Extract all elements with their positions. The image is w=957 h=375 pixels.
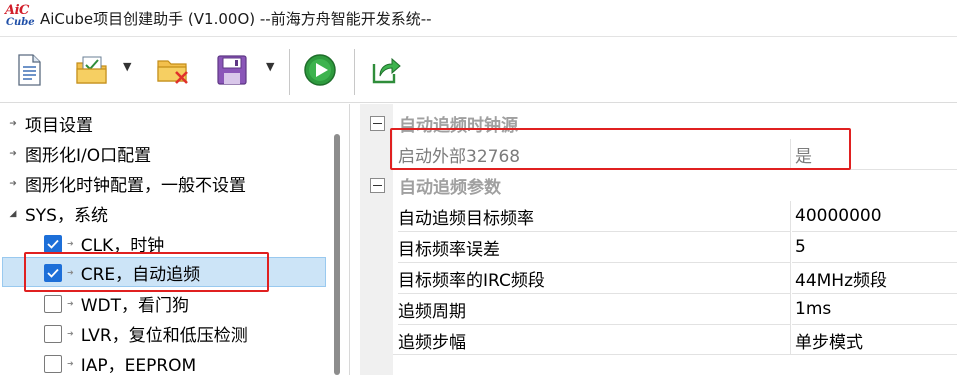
run-button[interactable] — [303, 53, 337, 87]
collapse-toggle-icon[interactable] — [370, 178, 385, 193]
property-name: 自动追频目标频率 — [398, 201, 791, 232]
checkbox-clk[interactable] — [44, 234, 62, 253]
export-button[interactable] — [369, 53, 403, 87]
checkbox-cre[interactable] — [44, 263, 62, 282]
logo-text-bottom: Cube — [6, 17, 35, 28]
property-row-tracking-period[interactable]: 追频周期 1ms — [360, 294, 957, 325]
category-params[interactable]: 自动追频参数 — [360, 170, 957, 201]
tree-item-clock-config[interactable]: ➜ 图形化时钟配置，一般不设置 — [0, 169, 246, 198]
config-tree-panel: ➜ 项目设置 ➜ 图形化I/O口配置 ➜ 图形化时钟配置，一般不设置 ◢ SYS… — [0, 104, 350, 375]
checkbox-lvr[interactable] — [44, 324, 62, 343]
property-row-target-frequency[interactable]: 自动追频目标频率 40000000 — [360, 201, 957, 232]
open-project-icon — [76, 56, 107, 84]
tree-item-cre[interactable]: ➜ CRE，自动追频 — [44, 258, 200, 287]
category-label: 自动追频参数 — [399, 178, 501, 198]
open-project-dropdown[interactable]: ▼ — [123, 60, 131, 73]
run-icon — [304, 54, 336, 86]
new-file-icon — [18, 54, 41, 86]
property-value[interactable]: 5 — [792, 232, 957, 263]
expand-arrow-icon: ➜ — [67, 299, 74, 308]
checkbox-iap[interactable] — [44, 354, 62, 373]
toolbar: ▼ ▼ — [0, 37, 957, 103]
checkbox-wdt[interactable] — [44, 294, 62, 313]
save-button[interactable] — [215, 53, 249, 87]
expand-arrow-icon: ➜ — [67, 359, 74, 368]
save-icon — [217, 55, 247, 85]
tree-item-label: 项目设置 — [25, 116, 93, 136]
close-project-icon — [157, 60, 188, 84]
property-value[interactable]: 44MHz频段 — [792, 263, 957, 294]
property-name: 目标频率误差 — [398, 232, 791, 263]
property-row-external-32768[interactable]: 启动外部32768 是 — [360, 139, 957, 170]
property-grid: 自动追频时钟源 启动外部32768 是 自动追频参数 自动追频目标频率 4000… — [360, 104, 957, 375]
property-value[interactable]: 1ms — [792, 294, 957, 325]
property-name: 追频周期 — [398, 294, 791, 325]
property-grid-bottom — [393, 354, 957, 375]
expand-arrow-icon[interactable]: ➜ — [6, 149, 20, 159]
property-row-irc-band[interactable]: 目标频率的IRC频段 44MHz频段 — [360, 263, 957, 294]
tree-item-iap[interactable]: ➜ IAP，EEPROM — [44, 349, 196, 375]
expand-arrow-icon[interactable]: ➜ — [6, 179, 20, 189]
close-project-button[interactable] — [156, 53, 190, 87]
property-value[interactable]: 单步模式 — [792, 325, 957, 356]
expand-arrow-icon[interactable]: ➜ — [6, 119, 20, 129]
window-title: AiCube项目创建助手 (V1.00O) --前海方舟智能开发系统-- — [40, 9, 432, 28]
tree-item-label: CLK，时钟 — [80, 236, 165, 256]
property-value[interactable]: 40000000 — [792, 201, 957, 232]
tree-item-label: SYS，系统 — [25, 206, 108, 226]
tree-item-wdt[interactable]: ➜ WDT，看门狗 — [44, 289, 189, 318]
logo-text-top: AiC — [5, 3, 29, 18]
property-row-tracking-step[interactable]: 追频步幅 单步模式 — [360, 325, 957, 356]
toolbar-separator — [289, 49, 290, 95]
collapse-toggle-icon[interactable] — [370, 116, 385, 131]
export-icon — [372, 57, 401, 84]
tree-item-label: 图形化I/O口配置 — [25, 146, 152, 166]
expand-arrow-icon: ➜ — [67, 268, 74, 277]
tree-item-io-config[interactable]: ➜ 图形化I/O口配置 — [0, 139, 151, 168]
category-label: 自动追频时钟源 — [399, 116, 518, 136]
category-clock-source[interactable]: 自动追频时钟源 — [360, 108, 957, 139]
property-value[interactable]: 是 — [792, 139, 957, 170]
property-name: 追频步幅 — [398, 325, 791, 356]
open-project-button[interactable] — [74, 53, 110, 87]
save-dropdown[interactable]: ▼ — [266, 60, 274, 73]
collapse-arrow-icon[interactable]: ◢ — [6, 209, 20, 219]
app-logo: AiC Cube — [4, 3, 35, 32]
title-bar: AiC Cube AiCube项目创建助手 (V1.00O) --前海方舟智能开… — [0, 0, 957, 37]
tree-item-clk[interactable]: ➜ CLK，时钟 — [44, 229, 164, 258]
tree-item-label: CRE，自动追频 — [80, 265, 201, 285]
tree-item-label: LVR，复位和低压检测 — [80, 326, 248, 346]
toolbar-separator — [354, 49, 355, 95]
property-row-frequency-error[interactable]: 目标频率误差 5 — [360, 232, 957, 263]
tree-item-project-settings[interactable]: ➜ 项目设置 — [0, 109, 93, 138]
tree-scrollbar[interactable] — [334, 134, 340, 375]
new-file-button[interactable] — [14, 53, 44, 87]
checkmark-icon — [47, 268, 59, 278]
tree-item-label: 图形化时钟配置，一般不设置 — [25, 176, 246, 196]
tree-item-label: WDT，看门狗 — [80, 296, 189, 316]
expand-arrow-icon: ➜ — [67, 239, 74, 248]
tree-item-label: IAP，EEPROM — [80, 356, 197, 375]
tree-item-lvr[interactable]: ➜ LVR，复位和低压检测 — [44, 319, 248, 348]
tree-item-sys[interactable]: ◢ SYS，系统 — [0, 199, 108, 228]
checkmark-icon — [47, 239, 59, 249]
property-name: 目标频率的IRC频段 — [398, 263, 791, 294]
expand-arrow-icon: ➜ — [67, 329, 74, 338]
property-name: 启动外部32768 — [398, 139, 791, 170]
